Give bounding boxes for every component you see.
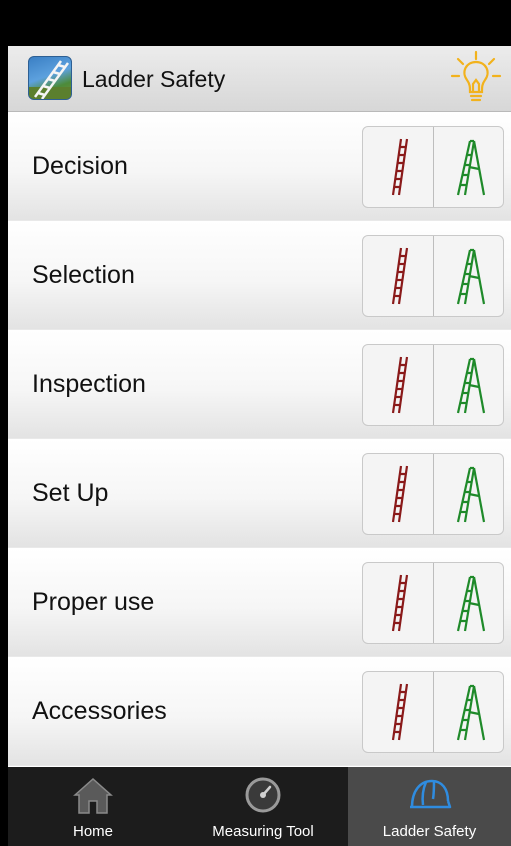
step-ladder-button[interactable] [433,236,503,316]
step-ladder-icon [456,575,485,632]
ladder-type-toggle [362,562,504,644]
extension-ladder-button[interactable] [363,563,433,643]
gauge-icon [245,777,281,813]
step-ladder-icon [456,248,485,305]
step-ladder-icon [456,466,485,523]
extension-ladder-button[interactable] [363,454,433,534]
ladder-type-toggle [362,671,504,753]
row-label: Selection [32,261,135,289]
ladder-type-toggle [362,453,504,535]
tab-label: Measuring Tool [212,823,314,840]
row-label: Proper use [32,588,155,616]
step-ladder-icon [456,684,485,741]
extension-ladder-button[interactable] [363,345,433,425]
step-ladder-button[interactable] [433,454,503,534]
list-item-set-up[interactable]: Set Up [8,439,511,548]
extension-ladder-button[interactable] [363,672,433,752]
ladder-type-toggle [362,235,504,317]
status-bar [8,0,511,46]
lightbulb-icon[interactable] [449,50,503,108]
extension-ladder-button[interactable] [363,127,433,207]
list-item-selection[interactable]: Selection [8,221,511,330]
extension-ladder-icon [391,574,409,632]
hard-hat-icon [409,779,451,809]
step-ladder-button[interactable] [433,127,503,207]
app-bar: Ladder Safety [8,46,511,112]
row-label: Decision [32,152,128,180]
list-item-proper-use[interactable]: Proper use [8,548,511,657]
tab-label: Home [72,823,113,840]
extension-ladder-icon [391,138,409,196]
row-label: Inspection [32,370,146,398]
tab-label: Ladder Safety [382,823,477,840]
extension-ladder-icon [391,683,409,741]
row-label: Set Up [32,479,109,507]
list-item-inspection[interactable]: Inspection [8,330,511,439]
app-logo-icon [28,56,72,100]
tab-ladder-safety[interactable]: Ladder Safety [348,767,511,846]
ladder-type-toggle [362,126,504,208]
row-label: Accessories [32,697,167,725]
extension-ladder-icon [391,247,409,305]
app-frame: Ladder Safety Decision Selection Inspect… [8,0,511,846]
ladder-type-toggle [362,344,504,426]
step-ladder-icon [456,139,485,196]
list-item-accessories[interactable]: Accessories [8,657,511,766]
tab-home[interactable]: Home [8,767,178,846]
step-ladder-icon [456,357,485,414]
bottom-tab-bar: Home Measuring Tool Ladder Safety [8,767,511,846]
tab-measuring-tool[interactable]: Measuring Tool [178,767,348,846]
home-icon [73,777,113,814]
extension-ladder-icon [391,465,409,523]
step-ladder-button[interactable] [433,672,503,752]
extension-ladder-button[interactable] [363,236,433,316]
list-item-decision[interactable]: Decision [8,112,511,221]
topic-list: Decision Selection Inspection Set Up Pro… [8,112,511,767]
step-ladder-button[interactable] [433,563,503,643]
step-ladder-button[interactable] [433,345,503,425]
app-title: Ladder Safety [82,66,226,92]
extension-ladder-icon [391,356,409,414]
